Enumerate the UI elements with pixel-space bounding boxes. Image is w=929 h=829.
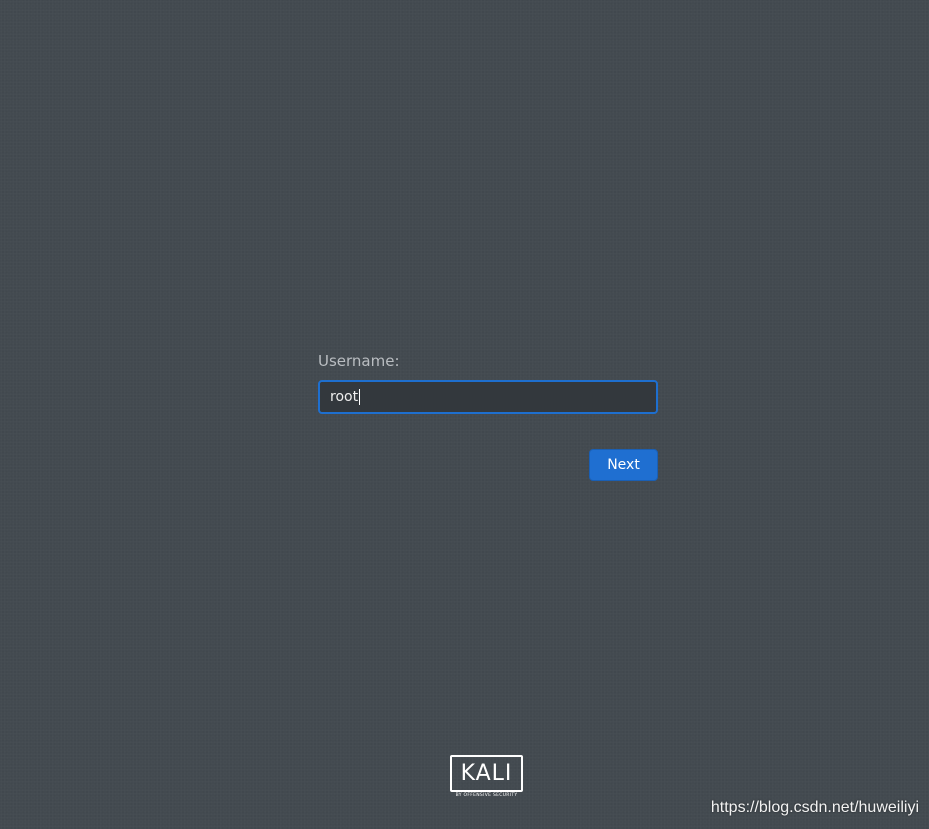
login-form: Username: root Next [318, 350, 658, 481]
kali-logo: KALI BY OFFENSIVE SECURITY [450, 755, 523, 800]
username-label: Username: [318, 352, 400, 370]
kali-logo-text: KALI [450, 755, 523, 792]
next-button[interactable]: Next [589, 449, 658, 481]
username-input[interactable]: root [318, 380, 658, 414]
username-input-value: root [330, 389, 359, 405]
text-cursor [359, 389, 361, 405]
watermark-text: https://blog.csdn.net/huweiliyi [710, 799, 919, 816]
kali-logo-tagline: BY OFFENSIVE SECURITY [455, 793, 518, 798]
login-screen: { "login": { "username_label": "Username… [0, 0, 929, 829]
